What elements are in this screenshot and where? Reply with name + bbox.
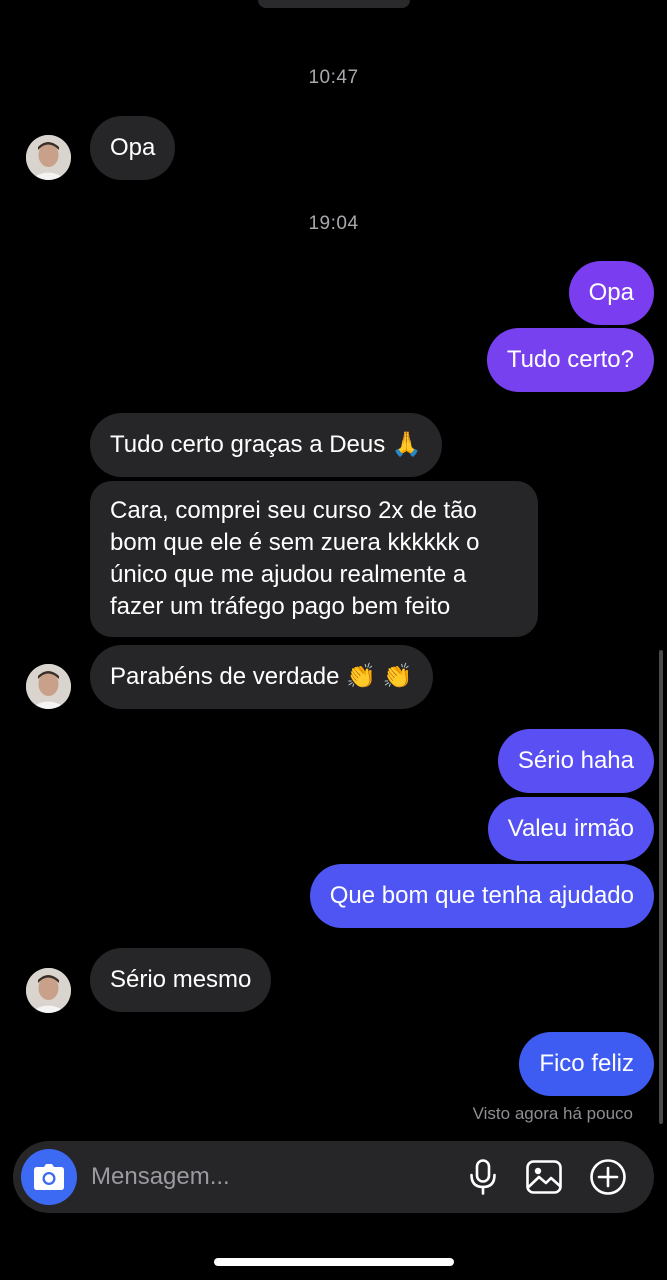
avatar[interactable]: [26, 135, 71, 180]
person-icon: [26, 135, 71, 180]
scrollbar[interactable]: [659, 650, 663, 1124]
message-bubble-outgoing[interactable]: Sério haha: [497, 729, 654, 793]
camera-icon: [34, 1164, 64, 1190]
chat-screen: 10:47 Opa 19:04 Opa Tudo certo? Tudo cer…: [0, 0, 667, 1280]
avatar[interactable]: [26, 664, 71, 709]
message-bubble-outgoing[interactable]: Opa: [568, 261, 654, 325]
seen-status: Visto agora há pouco: [472, 1104, 633, 1123]
message-bubble-incoming[interactable]: Sério mesmo: [90, 948, 272, 1012]
image-icon: [526, 1160, 562, 1194]
home-indicator: [214, 1258, 454, 1266]
avatar[interactable]: [26, 968, 71, 1013]
microphone-icon: [470, 1159, 496, 1195]
message-composer: [13, 1141, 654, 1213]
message-bubble-outgoing[interactable]: Que bom que tenha ajudado: [309, 864, 654, 928]
microphone-button[interactable]: [463, 1157, 503, 1197]
top-notch-bar: [258, 0, 410, 8]
timestamp: 19:04: [308, 213, 359, 234]
message-bubble-incoming[interactable]: Tudo certo graças a Deus 🙏: [90, 413, 442, 477]
message-bubble-incoming[interactable]: Parabéns de verdade 👏 👏: [90, 645, 433, 709]
person-icon: [26, 664, 71, 709]
message-bubble-outgoing[interactable]: Valeu irmão: [487, 797, 654, 861]
plus-circle-icon: [590, 1159, 626, 1195]
message-bubble-incoming[interactable]: Opa: [90, 116, 176, 180]
gallery-button[interactable]: [524, 1157, 564, 1197]
message-bubble-outgoing[interactable]: Tudo certo?: [486, 328, 654, 392]
message-bubble-incoming[interactable]: Cara, comprei seu curso 2x de tão bom qu…: [90, 481, 538, 637]
add-button[interactable]: [588, 1157, 628, 1197]
timestamp: 10:47: [308, 67, 359, 88]
message-bubble-outgoing[interactable]: Fico feliz: [519, 1032, 654, 1096]
camera-button[interactable]: [21, 1149, 77, 1205]
person-icon: [26, 968, 71, 1013]
message-input[interactable]: [91, 1155, 441, 1199]
